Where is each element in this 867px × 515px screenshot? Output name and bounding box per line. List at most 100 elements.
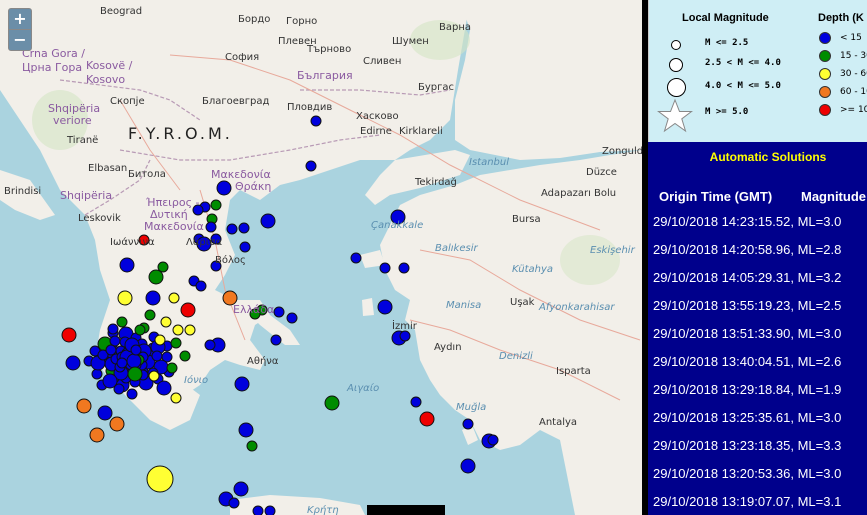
earthquake-marker[interactable] <box>168 292 180 304</box>
earthquake-marker[interactable] <box>205 221 217 233</box>
earthquake-marker[interactable] <box>154 334 166 346</box>
earthquake-marker[interactable] <box>102 373 118 389</box>
earthquake-marker[interactable] <box>270 334 282 346</box>
earthquake-marker[interactable] <box>286 312 298 324</box>
earthquake-marker[interactable] <box>107 323 119 335</box>
earthquake-marker[interactable] <box>130 344 142 356</box>
earthquake-marker[interactable] <box>238 222 250 234</box>
earthquake-marker[interactable] <box>195 280 207 292</box>
earthquake-marker[interactable] <box>109 335 121 347</box>
earthquake-marker[interactable] <box>105 344 117 356</box>
earthquake-marker[interactable] <box>127 366 143 382</box>
earthquake-marker[interactable] <box>126 353 142 369</box>
earthquake-marker[interactable] <box>134 324 146 336</box>
earthquake-marker[interactable] <box>126 388 138 400</box>
solution-row[interactable]: 29/10/2018 13:20:53.36, ML=3.0 <box>653 466 841 481</box>
legend-depth-item: 30 - 60 <box>819 68 867 80</box>
earthquake-marker[interactable] <box>156 380 172 396</box>
earthquake-marker[interactable] <box>216 180 232 196</box>
depth-dot-icon <box>819 32 831 44</box>
solution-row[interactable]: 29/10/2018 13:23:18.35, ML=3.3 <box>653 438 841 453</box>
earthquake-marker[interactable] <box>148 370 160 382</box>
magnitude-circle-icon <box>669 58 683 72</box>
legend-panel: Local Magnitude Depth (K M <= 2.5 2.5 < M… <box>648 0 867 142</box>
earthquake-marker[interactable] <box>116 357 128 369</box>
place-label: Denizli <box>499 351 533 362</box>
earthquake-marker[interactable] <box>116 316 128 328</box>
earthquake-marker[interactable] <box>145 290 161 306</box>
star-icon <box>657 98 693 133</box>
earthquake-marker[interactable] <box>324 395 340 411</box>
earthquake-marker[interactable] <box>246 440 258 452</box>
solution-row[interactable]: 29/10/2018 14:23:15.52, ML=3.0 <box>653 214 841 229</box>
earthquake-marker[interactable] <box>379 262 391 274</box>
earthquake-marker[interactable] <box>350 252 362 264</box>
earthquake-marker[interactable] <box>166 362 178 374</box>
earthquake-marker[interactable] <box>228 497 240 509</box>
earthquake-marker[interactable] <box>179 350 191 362</box>
legend-depth-label: 15 - 30 <box>840 51 867 61</box>
earthquake-marker[interactable] <box>239 241 251 253</box>
zoom-out-button[interactable]: − <box>9 29 31 50</box>
earthquake-marker[interactable] <box>160 316 172 328</box>
earthquake-marker[interactable] <box>460 458 476 474</box>
earthquake-marker[interactable] <box>204 339 216 351</box>
map-view[interactable]: Beograd Бордо Горно Варна Шумен Плевен Търново… <box>0 0 642 515</box>
legend-magnitude-label: M <= 2.5 <box>705 38 749 48</box>
earthquake-marker[interactable] <box>419 411 435 427</box>
earthquake-marker[interactable] <box>144 309 156 321</box>
earthquake-marker[interactable] <box>398 262 410 274</box>
earthquake-marker[interactable] <box>61 327 77 343</box>
earthquake-marker[interactable] <box>399 330 411 342</box>
place-label: Κρήτη <box>307 505 339 515</box>
earthquake-marker[interactable] <box>91 368 103 380</box>
earthquake-marker[interactable] <box>146 465 174 493</box>
earthquake-marker[interactable] <box>410 396 422 408</box>
earthquake-marker[interactable] <box>170 337 182 349</box>
earthquake-marker[interactable] <box>487 434 499 446</box>
solution-row[interactable]: 29/10/2018 13:29:18.84, ML=1.9 <box>653 382 841 397</box>
solution-row[interactable]: 29/10/2018 13:25:35.61, ML=3.0 <box>653 410 841 425</box>
earthquake-marker[interactable] <box>117 290 133 306</box>
earthquake-marker[interactable] <box>462 418 474 430</box>
earthquake-marker[interactable] <box>252 505 264 515</box>
earthquake-marker[interactable] <box>210 199 222 211</box>
chios <box>362 298 374 316</box>
earthquake-marker[interactable] <box>172 324 184 336</box>
earthquake-marker[interactable] <box>305 160 317 172</box>
earthquake-marker[interactable] <box>264 505 276 515</box>
earthquake-marker[interactable] <box>310 115 322 127</box>
earthquake-marker[interactable] <box>238 422 254 438</box>
earthquake-marker[interactable] <box>151 350 163 362</box>
earthquake-marker[interactable] <box>97 405 113 421</box>
earthquake-marker[interactable] <box>226 223 238 235</box>
zoom-in-button[interactable]: + <box>9 9 31 29</box>
earthquake-marker[interactable] <box>180 302 196 318</box>
earthquake-marker[interactable] <box>170 392 182 404</box>
earthquake-marker[interactable] <box>65 355 81 371</box>
solution-row[interactable]: 29/10/2018 14:05:29.31, ML=3.2 <box>653 270 841 285</box>
earthquake-marker[interactable] <box>234 376 250 392</box>
legend-magnitude-item <box>669 58 683 72</box>
depth-dot-icon <box>819 50 831 62</box>
solution-row[interactable]: 29/10/2018 14:20:58.96, ML=2.8 <box>653 242 841 257</box>
solution-row[interactable]: 29/10/2018 13:51:33.90, ML=3.0 <box>653 326 841 341</box>
forest-area <box>560 235 620 285</box>
earthquake-marker[interactable] <box>148 269 164 285</box>
place-label: Сливен <box>363 56 402 67</box>
earthquake-marker[interactable] <box>377 299 393 315</box>
earthquake-marker[interactable] <box>184 324 196 336</box>
earthquake-marker[interactable] <box>233 481 249 497</box>
earthquake-marker[interactable] <box>260 213 276 229</box>
earthquake-marker[interactable] <box>273 306 285 318</box>
solution-row[interactable]: 29/10/2018 13:40:04.51, ML=2.6 <box>653 354 841 369</box>
earthquake-marker[interactable] <box>119 257 135 273</box>
earthquake-marker[interactable] <box>76 398 92 414</box>
legend-star-label: M >= 5.0 <box>705 107 749 117</box>
solution-row[interactable]: 29/10/2018 13:19:07.07, ML=3.1 <box>653 494 841 509</box>
legend-magnitude-title: Local Magnitude <box>682 12 769 24</box>
earthquake-marker[interactable] <box>109 416 125 432</box>
solution-row[interactable]: 29/10/2018 13:55:19.23, ML=2.5 <box>653 298 841 313</box>
place-label: Uşak <box>510 297 535 308</box>
earthquake-marker[interactable] <box>89 427 105 443</box>
